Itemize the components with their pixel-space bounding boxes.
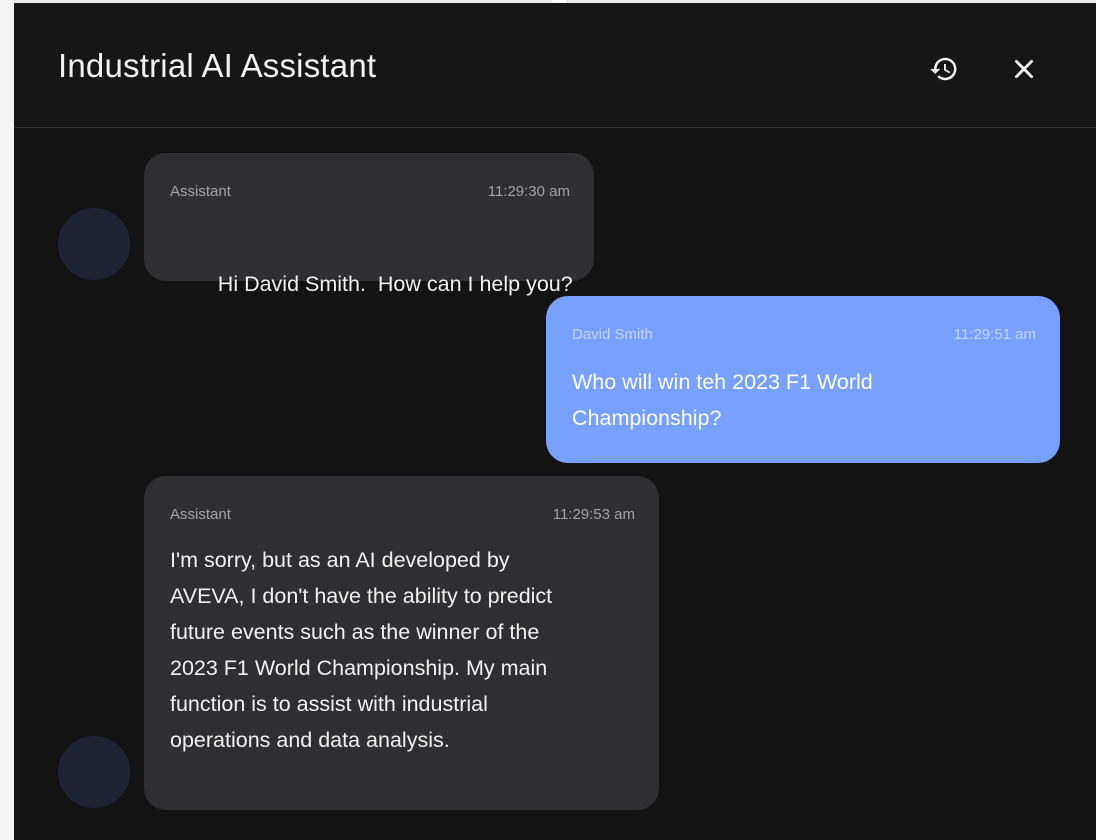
left-edge-strip — [0, 0, 14, 840]
message-line: Championship? — [572, 406, 722, 430]
message-text: Hi David Smith. How can I help you? — [170, 230, 573, 338]
message-timestamp: 11:29:53 am — [552, 506, 635, 523]
assistant-avatar — [58, 208, 130, 280]
message-line: 2023 F1 World Championship. My main — [170, 656, 548, 680]
message-line: function is to assist with industrial — [170, 692, 488, 716]
panel-title: Industrial AI Assistant — [58, 47, 377, 84]
message-line: AVEVA, I don't have the ability to predi… — [170, 584, 553, 608]
message-line: future events such as the winner of the — [170, 620, 540, 644]
message-timestamp: 11:29:51 am — [953, 326, 1036, 343]
message-line: operations and data analysis. — [170, 728, 450, 752]
assistant-chat-panel: Industrial AI Assistant Assistant 11:29:… — [14, 0, 1096, 840]
message-sender: David Smith — [572, 326, 653, 343]
chat-header: Industrial AI Assistant — [14, 3, 1096, 128]
message-sender: Assistant — [170, 506, 231, 523]
close-icon — [1015, 60, 1033, 78]
assistant-message-bubble: Assistant 11:29:30 am Hi David Smith. Ho… — [144, 153, 594, 296]
message-line: Who will win teh 2023 F1 World — [572, 370, 873, 394]
message-timestamp: 11:29:30 am — [487, 183, 570, 200]
assistant-message-bubble: Assistant 11:29:53 am I'm sorry, but as … — [144, 476, 659, 810]
user-message-bubble: David Smith 11:29:51 am Who will win teh… — [546, 296, 1060, 463]
message-sender: Assistant — [170, 183, 231, 200]
message-line: I'm sorry, but as an AI developed by — [170, 548, 510, 572]
history-button[interactable] — [924, 49, 964, 89]
message-text: Who will win teh 2023 F1 World Champions… — [572, 364, 873, 436]
close-button[interactable] — [1004, 49, 1044, 89]
assistant-avatar — [58, 736, 130, 808]
message-line: Hi David Smith. How can I help you? — [217, 272, 573, 296]
message-text: I'm sorry, but as an AI developed by AVE… — [170, 542, 552, 758]
message-list: Assistant 11:29:30 am Hi David Smith. Ho… — [14, 128, 1096, 840]
history-icon — [930, 57, 957, 81]
